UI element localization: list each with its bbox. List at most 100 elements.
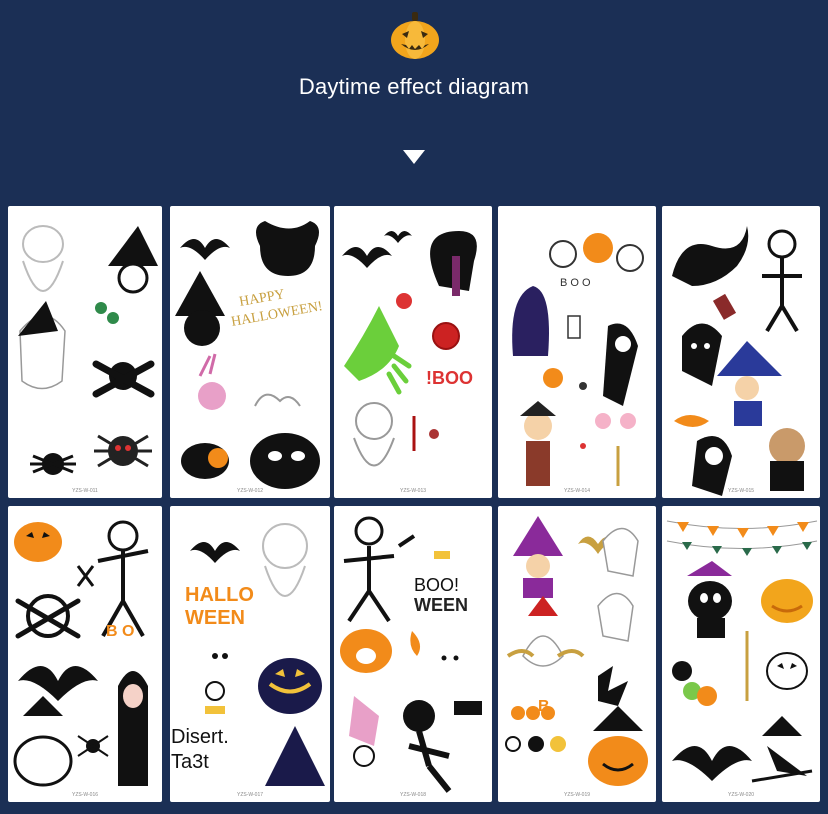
ghost-icon: [597, 592, 634, 642]
mummy-icon: [262, 523, 308, 597]
ghost-icon: [254, 393, 301, 407]
bunting-icon: [666, 520, 818, 538]
sheet-code: YZS-W-012: [236, 488, 264, 494]
skeleton-icon: [343, 516, 395, 623]
ghost-icon: [602, 527, 639, 577]
skull-icon: [205, 681, 225, 701]
black-cat-icon: [687, 561, 732, 638]
tattoo-sheet-1: YZS-W-011: [8, 206, 162, 498]
sheet-code: YZS-W-011: [72, 488, 98, 494]
sheet-code: YZS-W-018: [399, 792, 427, 798]
tree-icon: [598, 666, 628, 706]
sheet-3-artwork: !BOO: [342, 231, 477, 467]
bat-icon: [342, 247, 392, 268]
black-cat-icon: [672, 226, 749, 286]
black-cat-icon: [250, 433, 320, 489]
sheet-4-artwork: B O O: [512, 233, 644, 486]
bat-icon: [18, 666, 98, 701]
bone-icon: [76, 565, 95, 587]
ghost-witch-icon: [18, 301, 66, 390]
skeleton-hand-icon: [198, 353, 226, 410]
sheet-code: YZS-W-020: [727, 792, 755, 798]
witch-hat-icon: [265, 726, 325, 786]
horned-skull-icon: [256, 221, 319, 276]
bowtie-icon: [205, 706, 225, 714]
pumpkin-icon: [391, 12, 439, 59]
candy-icon: [580, 413, 636, 486]
candle-icon: [410, 631, 421, 656]
pirate-kid-icon: [520, 401, 556, 486]
tattoo-sheet-3: !BOO YZS-W-013: [334, 206, 492, 498]
ween-label: WEEN: [185, 607, 245, 629]
tombstone-icon: [567, 315, 581, 339]
skull-icon: [579, 382, 587, 390]
sheet-1-artwork: [18, 225, 158, 475]
jack-o-lantern-icon: [258, 658, 322, 714]
witch-girl-icon: [717, 341, 782, 426]
grim-reaper-icon: [692, 436, 732, 496]
eyeball-icon: [396, 293, 412, 309]
eyeball-icon: [429, 429, 439, 439]
zombie-hand-icon: [344, 306, 412, 395]
page-title: Daytime effect diagram: [298, 74, 530, 99]
sheet-code: YZS-W-013: [399, 488, 427, 494]
balloon-icon: [505, 736, 566, 752]
sheet-8-artwork: BOO! WEEN: [340, 516, 482, 793]
boo-label: BOO!: [414, 575, 459, 595]
bat-icon: [672, 746, 752, 781]
boo-label: B O O: [560, 277, 591, 289]
coffin-icon: [712, 293, 737, 320]
witch-icon: [118, 671, 148, 786]
flying-witch-icon: [751, 716, 813, 783]
sheet-code: YZS-W-014: [563, 488, 591, 494]
sheet-code: YZS-W-015: [727, 488, 755, 494]
bat-icon: [180, 239, 230, 260]
bunting-icon: [666, 540, 818, 556]
bo-label: B O: [106, 623, 134, 640]
skeleton-hand-icon: [349, 696, 379, 767]
sheet-2-artwork: HAPPY HALLOWEEN!: [175, 221, 324, 489]
skeleton-icon: [762, 229, 802, 333]
overlay-text-line-1: Disert.: [171, 726, 229, 748]
tattoo-sheet-5: YZS-W-015: [662, 206, 820, 498]
jack-o-lantern-icon: [588, 706, 648, 786]
black-cat-icon: [181, 443, 229, 479]
tattoo-sheet-grid: YZS-W-011 HAPPY HALLOWEEN! YZS-W-012 !BO…: [0, 202, 828, 814]
pumpkin-icon: [549, 240, 577, 268]
bat-icon: [190, 542, 240, 563]
spider-icon: [30, 453, 76, 475]
tattoo-sheet-10: YZS-W-020: [662, 506, 820, 802]
eyeball-icon: [432, 322, 460, 350]
black-cat-icon: [512, 286, 549, 356]
down-arrow-icon: [403, 150, 425, 164]
tattoo-sheet-9: B YZS-W-019: [498, 506, 656, 802]
pumpkin-icon: [583, 233, 613, 263]
bat-icon: [384, 231, 412, 243]
black-cat-icon: [430, 231, 477, 296]
tattoo-sheet-8: BOO! WEEN YZS-W-018: [334, 506, 492, 802]
sheet-10-artwork: [666, 520, 818, 783]
sheet-6-artwork: B O: [13, 520, 149, 787]
candy-icon: [674, 415, 709, 427]
tattoo-sheet-2: HAPPY HALLOWEEN! YZS-W-012: [170, 206, 330, 498]
eyeball-icon: [107, 312, 119, 324]
skeleton-icon: [403, 700, 452, 793]
ghost-face-icon: [766, 652, 808, 690]
skull-crossbones-icon: [92, 360, 155, 398]
sheet-code: YZS-W-019: [563, 792, 591, 798]
tattoo-sheet-6: B O YZS-W-016: [8, 506, 162, 802]
mini-pumpkins-icon: [511, 706, 555, 720]
spider-icon: [77, 735, 109, 757]
grim-reaper-icon: [603, 323, 638, 406]
sheet-5-artwork: [672, 226, 805, 496]
witch-girl-icon: [513, 516, 563, 598]
hallo-label: HALLO: [185, 584, 254, 606]
tattoo-sheet-4: B O O YZS-W-014: [498, 206, 656, 498]
ghost-icon: [682, 323, 722, 386]
sheet-code: YZS-W-016: [71, 792, 99, 798]
skull-crossbones-icon: [15, 594, 81, 639]
jack-o-lantern-icon: [761, 579, 813, 623]
ween-label: WEEN: [414, 595, 468, 615]
face-icon: [441, 655, 447, 661]
witch-skull-icon: [108, 226, 158, 294]
